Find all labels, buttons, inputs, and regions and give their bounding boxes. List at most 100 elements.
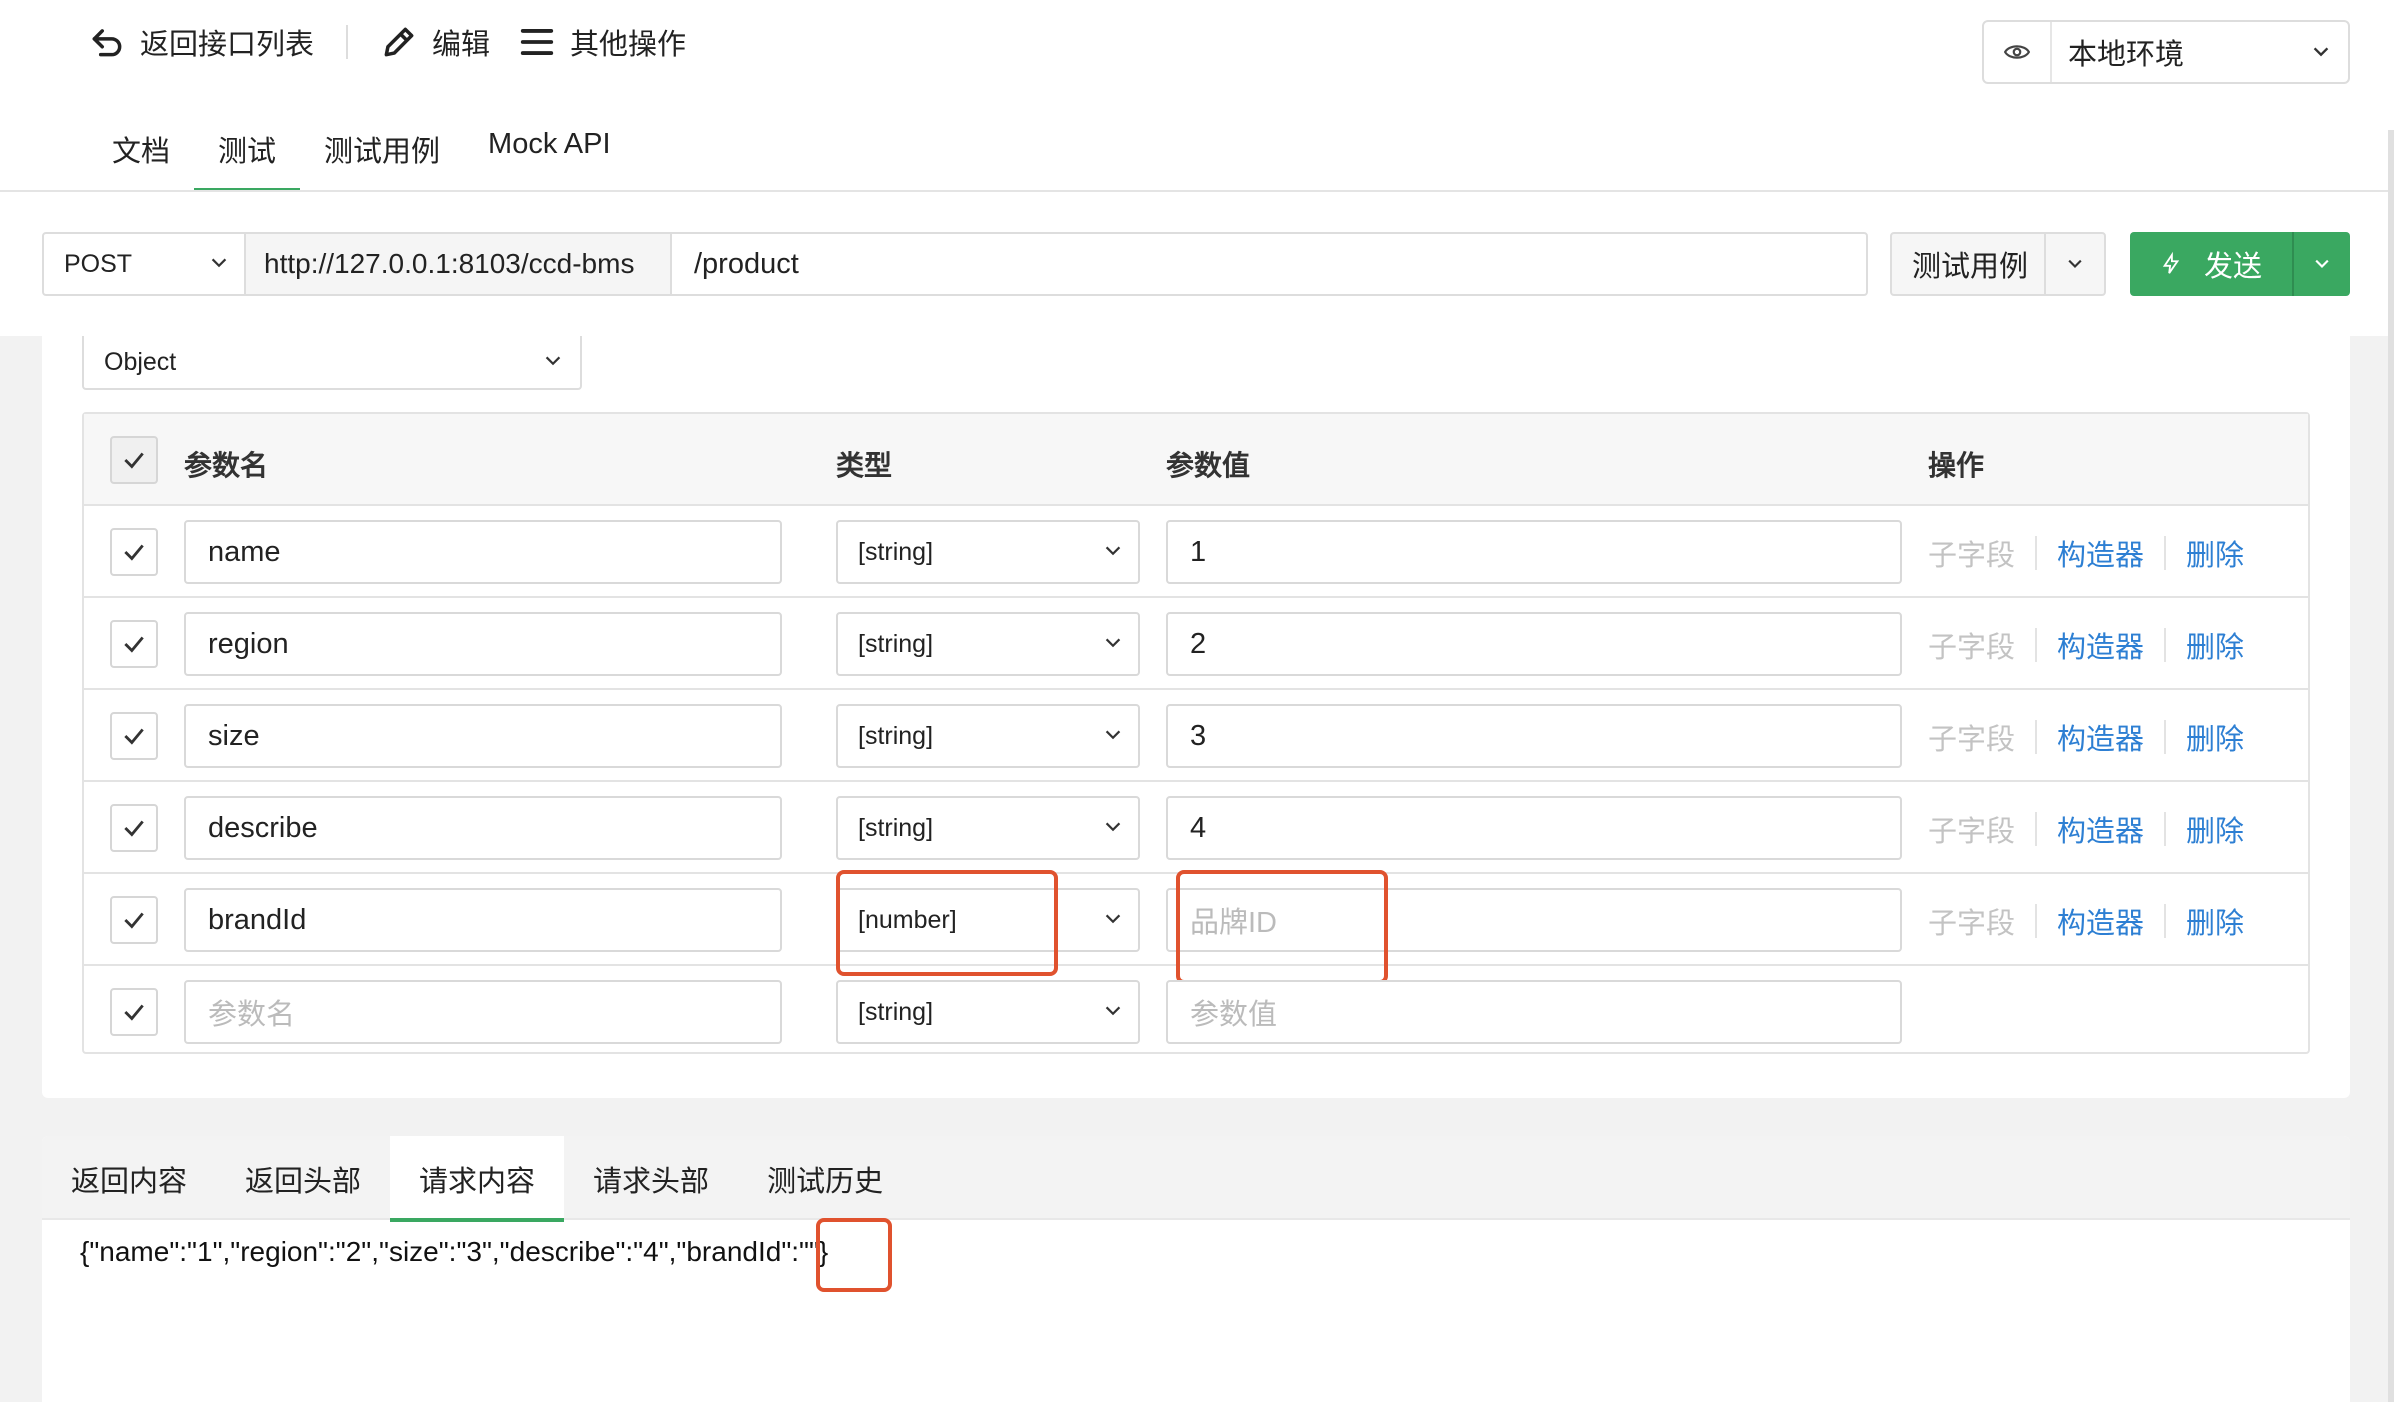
menu-icon (520, 29, 554, 55)
body-type-value: Object (104, 347, 177, 376)
subfield-link: 子字段 (1928, 632, 2016, 664)
param-type-select[interactable]: [string] (836, 796, 1140, 860)
check-icon (124, 452, 144, 469)
row-checkbox[interactable] (110, 712, 158, 760)
row-actions: 子字段 构造器 删除 (1928, 808, 2244, 850)
row-checkbox[interactable] (110, 896, 158, 944)
chevron-down-icon (1105, 730, 1121, 740)
param-name-input[interactable]: size (184, 704, 782, 768)
delete-link[interactable]: 删除 (2186, 624, 2244, 666)
edit-button[interactable]: 编辑 (380, 21, 490, 63)
subfield-link: 子字段 (1928, 540, 2016, 572)
tab-request-headers[interactable]: 请求头部 (564, 1136, 738, 1220)
tab-test-cases[interactable]: 测试用例 (300, 112, 464, 192)
method-value: POST (64, 249, 133, 278)
tab-mock-api[interactable]: Mock API (464, 112, 635, 192)
lightning-icon (2162, 251, 2180, 274)
tab-response-headers[interactable]: 返回头部 (216, 1136, 390, 1220)
check-icon (124, 728, 144, 745)
toolbar: 返回接口列表 编辑 其他操作 (88, 18, 686, 66)
delete-link[interactable]: 删除 (2186, 808, 2244, 850)
tab-test[interactable]: 测试 (194, 112, 301, 192)
check-icon (124, 820, 144, 837)
chevron-down-icon (1105, 914, 1121, 924)
chevron-down-icon[interactable] (2294, 254, 2350, 274)
scrollbar[interactable] (2388, 130, 2394, 1402)
builder-link[interactable]: 构造器 (2057, 624, 2144, 666)
param-name-input[interactable]: name (184, 520, 782, 584)
params-table: 参数名 类型 参数值 操作 name [string] 1 子字段 构造器 删除… (82, 412, 2310, 1054)
send-button[interactable]: 发送 (2130, 232, 2350, 296)
builder-link[interactable]: 构造器 (2057, 900, 2144, 942)
header-ops: 操作 (1928, 450, 1985, 481)
environment-select[interactable]: 本地环境 (1982, 20, 2350, 84)
new-param-value-input[interactable]: 参数值 (1166, 980, 1902, 1044)
chevron-down-icon (1105, 638, 1121, 648)
chevron-down-icon[interactable] (2046, 254, 2104, 274)
response-panel: 返回内容 返回头部 请求内容 请求头部 测试历史 {"name":"1","re… (42, 1136, 2350, 1402)
param-type-select[interactable]: [string] (836, 612, 1140, 676)
table-row-new: 参数名 [string] 参数值 (84, 966, 2308, 1058)
subfield-link: 子字段 (1928, 816, 2016, 848)
back-to-list-label: 返回接口列表 (140, 29, 315, 61)
param-value-input[interactable]: 1 (1166, 520, 1902, 584)
delete-link[interactable]: 删除 (2186, 716, 2244, 758)
builder-link[interactable]: 构造器 (2057, 808, 2144, 850)
builder-link[interactable]: 构造器 (2057, 716, 2144, 758)
eye-icon[interactable] (1984, 22, 2052, 82)
header-param-value: 参数值 (1166, 450, 1251, 481)
check-icon (124, 636, 144, 653)
response-tabs: 返回内容 返回头部 请求内容 请求头部 测试历史 (42, 1136, 2350, 1222)
tab-test-history[interactable]: 测试历史 (738, 1136, 912, 1220)
param-type-select[interactable]: [string] (836, 704, 1140, 768)
row-actions: 子字段 构造器 删除 (1928, 900, 2244, 942)
param-name-input[interactable]: brandId (184, 888, 782, 952)
table-row: describe [string] 4 子字段 构造器 删除 (84, 782, 2308, 874)
param-value-input[interactable]: 2 (1166, 612, 1902, 676)
param-value-input[interactable]: 3 (1166, 704, 1902, 768)
row-checkbox[interactable] (110, 620, 158, 668)
builder-link[interactable]: 构造器 (2057, 532, 2144, 574)
table-row: region [string] 2 子字段 构造器 删除 (84, 598, 2308, 690)
param-type-select[interactable]: [string] (836, 980, 1140, 1044)
param-name-input[interactable]: describe (184, 796, 782, 860)
chevron-down-icon (211, 258, 227, 268)
send-label: 发送 (2203, 251, 2262, 283)
top-header: 返回接口列表 编辑 其他操作 本地环境 文档 测试 测试用例 Mock API (0, 0, 2394, 192)
param-name-input[interactable]: region (184, 612, 782, 676)
pencil-icon (384, 27, 414, 57)
body-type-select[interactable]: Object (82, 336, 582, 390)
test-case-label: 测试用例 (1892, 234, 2046, 294)
select-all-checkbox[interactable] (110, 436, 158, 484)
more-actions-button[interactable]: 其他操作 (518, 21, 686, 63)
tab-request-body[interactable]: 请求内容 (390, 1136, 565, 1222)
row-actions: 子字段 构造器 删除 (1928, 532, 2244, 574)
request-body-text: {"name":"1","region":"2","size":"3","des… (80, 1236, 829, 1267)
path-input[interactable]: /product (670, 232, 1868, 296)
row-checkbox[interactable] (110, 804, 158, 852)
request-bar: POST http://127.0.0.1:8103/ccd-bms /prod… (0, 192, 2394, 336)
base-url: http://127.0.0.1:8103/ccd-bms (244, 232, 672, 296)
subfield-link: 子字段 (1928, 724, 2016, 756)
chevron-down-icon (1105, 822, 1121, 832)
back-to-list-button[interactable]: 返回接口列表 (88, 21, 314, 63)
delete-link[interactable]: 删除 (2186, 532, 2244, 574)
check-icon (124, 1004, 144, 1021)
row-checkbox[interactable] (110, 528, 158, 576)
tab-response-body[interactable]: 返回内容 (42, 1136, 216, 1220)
chevron-down-icon (1105, 1006, 1121, 1016)
param-value-input[interactable]: 4 (1166, 796, 1902, 860)
header-type: 类型 (836, 450, 893, 481)
delete-link[interactable]: 删除 (2186, 900, 2244, 942)
test-case-button[interactable]: 测试用例 (1890, 232, 2106, 296)
send-main[interactable]: 发送 (2130, 232, 2294, 296)
method-select[interactable]: POST (42, 232, 246, 296)
tab-docs[interactable]: 文档 (88, 112, 194, 192)
highlight-box (836, 870, 1058, 976)
undo-arrow-icon (92, 29, 122, 57)
row-checkbox[interactable] (110, 988, 158, 1036)
new-param-name-input[interactable]: 参数名 (184, 980, 782, 1044)
param-type-select[interactable]: [string] (836, 520, 1140, 584)
edit-label: 编辑 (432, 29, 491, 61)
chevron-down-icon (1105, 546, 1121, 556)
